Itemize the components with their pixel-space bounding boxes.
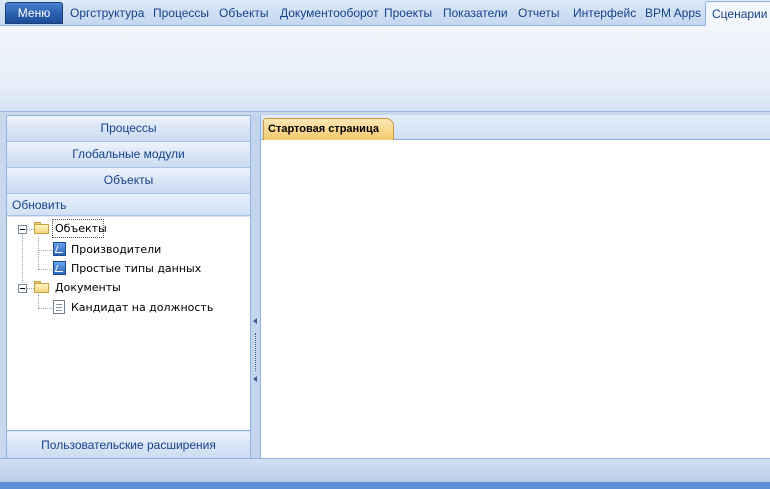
tab-orgstructure[interactable]: Оргструктура	[70, 0, 144, 26]
nav-button-processes[interactable]: Процессы	[7, 116, 250, 142]
tree-connector	[38, 308, 52, 309]
document-tab-bar: Стартовая страница	[261, 115, 770, 140]
document-icon	[53, 300, 65, 314]
folder-icon	[34, 222, 50, 234]
tab-document-flow[interactable]: Документооборот	[280, 0, 379, 26]
tree-connector	[38, 238, 39, 269]
tree-node-manufacturers[interactable]: Производители	[71, 241, 191, 258]
panel-splitter[interactable]	[251, 115, 260, 458]
tree-node-documents[interactable]: Документы	[55, 279, 145, 296]
tree-connector	[27, 229, 34, 230]
nav-button-objects[interactable]: Объекты	[7, 168, 250, 194]
tab-start-page[interactable]: Стартовая страница	[263, 118, 394, 140]
tab-interface[interactable]: Интерфейс	[573, 0, 636, 26]
tree-node-label: Простые типы данных	[71, 262, 202, 275]
collapse-left-arrow-icon[interactable]	[253, 376, 257, 382]
tree-connector	[22, 229, 23, 289]
tab-projects[interactable]: Проекты	[384, 0, 432, 26]
ribbon-tab-bar: Меню Оргструктура Процессы Объекты Докум…	[0, 0, 770, 27]
refresh-button[interactable]: Обновить	[7, 194, 250, 216]
tree-node-simple-data-types[interactable]: Простые типы данных	[71, 260, 221, 277]
object-tree: Объекты Производители Простые типы данны…	[7, 217, 250, 431]
object-icon	[53, 242, 66, 256]
tab-reports[interactable]: Отчеты	[518, 0, 559, 26]
tree-node-objects[interactable]: Объекты	[52, 219, 107, 238]
tab-scenarios[interactable]: Сценарии	[705, 1, 770, 27]
nav-button-global-modules[interactable]: Глобальные модули	[7, 142, 250, 168]
object-icon	[53, 261, 66, 275]
tab-processes[interactable]: Процессы	[153, 0, 209, 26]
user-extensions-button[interactable]: Пользовательские расширения	[7, 432, 250, 458]
tree-connector	[27, 288, 34, 289]
tab-objects[interactable]: Объекты	[219, 0, 269, 26]
status-bar	[0, 458, 770, 482]
folder-icon	[34, 281, 50, 293]
tree-node-candidate[interactable]: Кандидат на должность	[71, 299, 241, 316]
tree-connector	[38, 269, 52, 270]
tree-connector	[38, 295, 39, 308]
navigation-panel: Процессы Глобальные модули Объекты Обнов…	[6, 115, 251, 458]
tree-node-label: Кандидат на должность	[71, 301, 214, 314]
tree-node-label: Документы	[55, 281, 121, 294]
window-bottom-border	[0, 482, 770, 489]
splitter-grip[interactable]	[255, 333, 256, 371]
tree-node-label: Объекты	[55, 222, 107, 235]
ribbon-panel	[0, 26, 770, 112]
tree-node-label: Производители	[71, 243, 162, 256]
document-area: Стартовая страница	[260, 115, 770, 458]
collapse-toggle[interactable]	[18, 284, 27, 293]
tree-connector	[38, 250, 52, 251]
collapse-toggle[interactable]	[18, 225, 27, 234]
tab-bpm-apps[interactable]: BPM Apps	[645, 0, 701, 26]
collapse-left-arrow-icon[interactable]	[253, 318, 257, 324]
tab-indicators[interactable]: Показатели	[443, 0, 508, 26]
menu-button[interactable]: Меню	[5, 2, 63, 24]
